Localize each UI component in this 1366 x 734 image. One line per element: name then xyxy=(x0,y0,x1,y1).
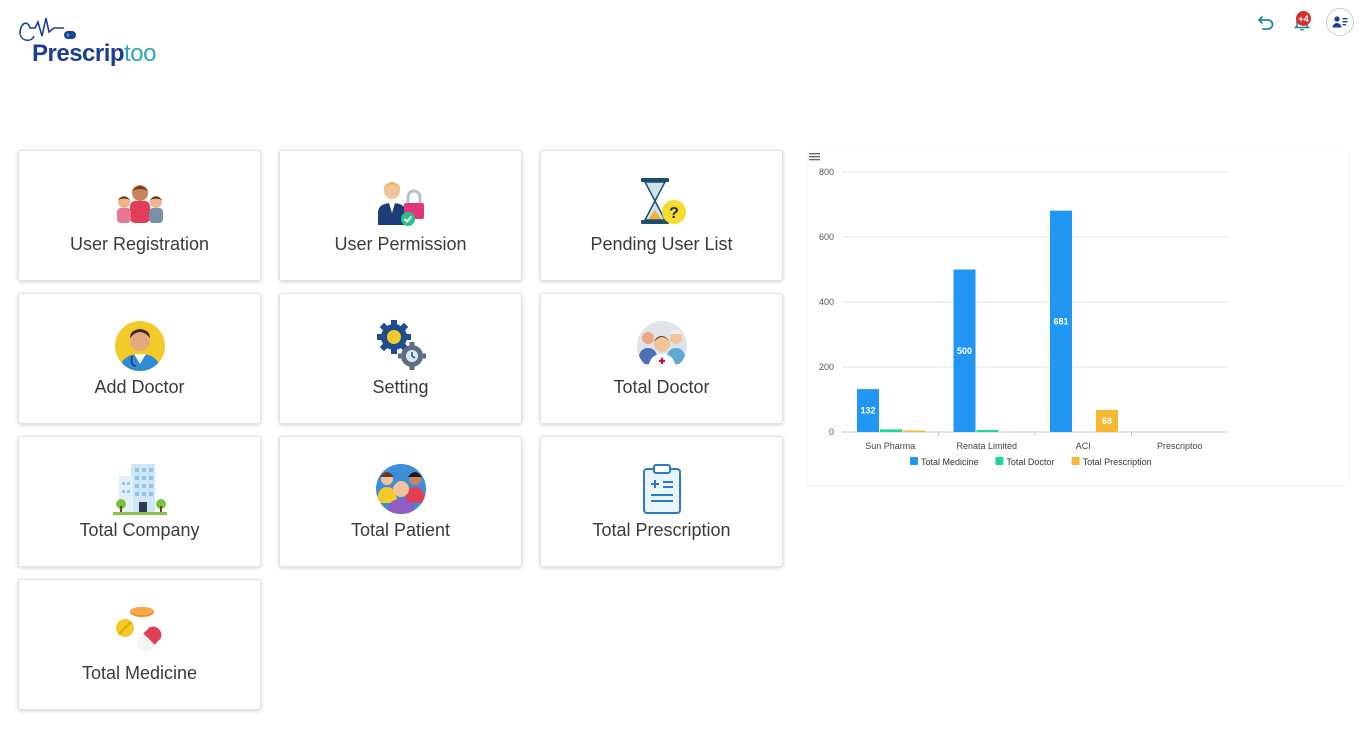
card-label: User Permission xyxy=(334,234,467,254)
x-tick-label: Sun Pharma xyxy=(865,441,915,451)
profile-button[interactable] xyxy=(1326,8,1354,36)
y-tick-label: 400 xyxy=(819,297,834,307)
bar-chart[interactable]: 0 200 400 600 800 Sun Pharma 132 Renata Limited… xyxy=(808,150,1348,485)
pending-user-list-card[interactable]: ? Pending User List xyxy=(540,150,783,281)
card-label: Total Patient xyxy=(350,520,451,540)
bar-total-doctor xyxy=(880,429,902,432)
legend-swatch xyxy=(910,457,918,465)
bar-total-prescription xyxy=(903,430,925,432)
card-label: User Registration xyxy=(69,234,210,254)
stats-chart-panel: 0 200 400 600 800 Sun Pharma 132 Renata Limited… xyxy=(808,150,1348,485)
card-label: Pending User List xyxy=(590,234,733,254)
app-logo[interactable]: Prescriptoo xyxy=(18,12,168,68)
pills-icon xyxy=(113,605,167,659)
y-tick-label: 800 xyxy=(819,167,834,177)
user-permission-card[interactable]: User Permission xyxy=(279,150,522,281)
legend-swatch xyxy=(995,457,1004,465)
x-tick-label: ACI xyxy=(1076,441,1091,451)
undo-icon xyxy=(1258,16,1274,30)
app-name-secondary: too xyxy=(124,40,156,67)
gears-icon xyxy=(374,319,428,373)
legend-swatch xyxy=(1071,457,1080,465)
data-label: 132 xyxy=(860,406,875,416)
hourglass-question-icon: ? xyxy=(635,176,689,230)
app-name: Prescriptoo xyxy=(32,40,156,68)
app-name-primary: Prescrip xyxy=(32,40,125,67)
legend-label: Total Doctor xyxy=(1006,457,1054,467)
data-label: 500 xyxy=(957,346,972,356)
total-doctor-card[interactable]: Total Doctor xyxy=(540,293,783,424)
data-label: 68 xyxy=(1102,416,1112,426)
x-tick-label: Prescriptoo xyxy=(1157,441,1203,451)
chart-menu-icon[interactable] xyxy=(808,150,822,162)
header-actions: +4 xyxy=(1254,8,1354,36)
total-company-card[interactable]: Total Company xyxy=(18,436,261,567)
user-lock-icon xyxy=(374,176,428,230)
card-label: Add Doctor xyxy=(94,377,185,397)
bar-total-doctor xyxy=(976,430,999,432)
data-label: 681 xyxy=(1053,316,1068,326)
clipboard-prescription-icon xyxy=(635,462,689,516)
card-label: Setting xyxy=(372,377,429,397)
total-medicine-card[interactable]: Total Medicine xyxy=(18,579,261,710)
notifications-button[interactable]: +4 xyxy=(1290,10,1314,34)
x-tick-label: Renata Limited xyxy=(956,441,1017,451)
notification-count-badge: +4 xyxy=(1296,11,1311,26)
family-users-icon xyxy=(113,176,167,230)
office-building-icon xyxy=(112,462,167,516)
user-card-icon xyxy=(1332,16,1348,28)
setting-card[interactable]: Setting xyxy=(279,293,522,424)
card-label: Total Doctor xyxy=(613,377,710,397)
card-label: Total Prescription xyxy=(592,520,731,540)
card-label: Total Medicine xyxy=(81,663,198,683)
total-patient-card[interactable]: Total Patient xyxy=(279,436,522,567)
svg-text:?: ? xyxy=(669,205,679,222)
user-registration-card[interactable]: User Registration xyxy=(18,150,261,281)
y-tick-label: 0 xyxy=(829,427,834,437)
top-bar: Prescriptoo +4 xyxy=(0,0,1366,80)
legend-label: Total Medicine xyxy=(921,457,979,467)
total-prescription-card[interactable]: Total Prescription xyxy=(540,436,783,567)
add-doctor-card[interactable]: Add Doctor xyxy=(18,293,261,424)
medical-team-icon xyxy=(635,319,689,373)
legend-label: Total Prescription xyxy=(1083,457,1152,467)
y-tick-label: 200 xyxy=(819,362,834,372)
y-tick-label: 600 xyxy=(819,232,834,242)
card-label: Total Company xyxy=(79,520,200,540)
patients-group-icon xyxy=(374,462,428,516)
doctor-avatar-icon xyxy=(113,319,167,373)
undo-button[interactable] xyxy=(1254,10,1278,34)
